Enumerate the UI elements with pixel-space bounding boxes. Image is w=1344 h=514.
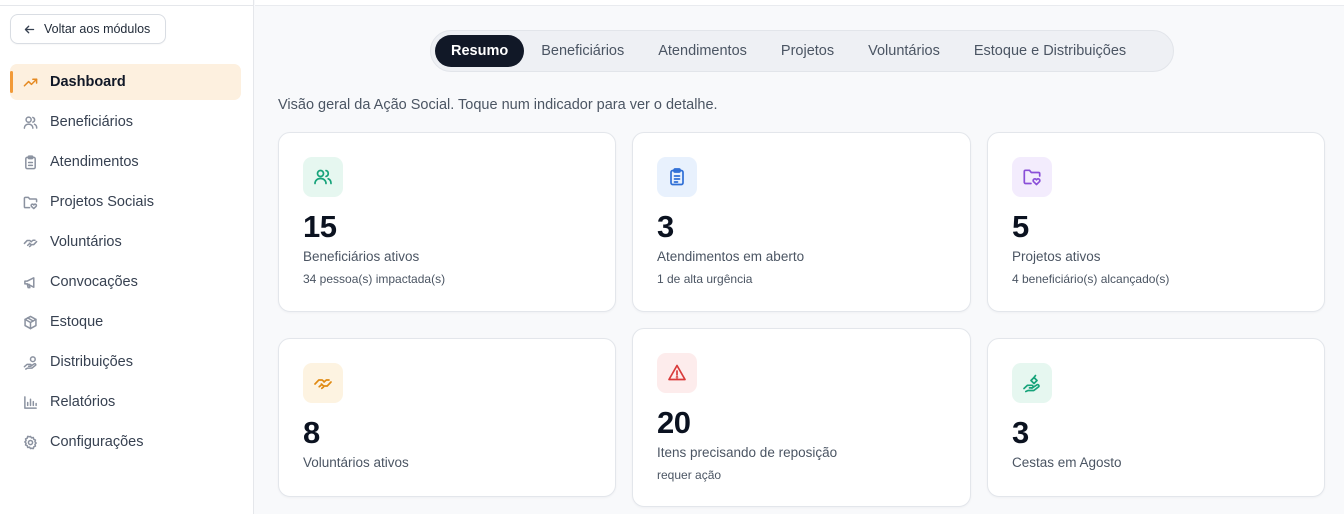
sidebar-item-projetos-sociais[interactable]: Projetos Sociais: [10, 184, 241, 220]
tab-bar: Resumo Beneficiários Atendimentos Projet…: [430, 30, 1174, 72]
sidebar-item-label: Relatórios: [50, 394, 116, 410]
kpi-label: Projetos ativos: [1012, 249, 1101, 264]
arrow-left-icon: [24, 25, 35, 33]
tab-beneficiarios[interactable]: Beneficiários: [524, 35, 641, 67]
sidebar-item-label: Beneficiários: [50, 114, 134, 130]
kpi-value: 15: [303, 209, 337, 244]
sidebar-item-voluntarios[interactable]: Voluntários: [10, 224, 241, 260]
bar-chart-icon: [22, 394, 38, 410]
kpi-card-estoque-reposicao[interactable]: 20 Itens precisando de reposição requer …: [632, 328, 971, 507]
sidebar-item-label: Voluntários: [50, 234, 122, 250]
trending-up-icon: [22, 74, 38, 90]
users-icon: [22, 114, 38, 130]
tab-estoque-distribuicoes[interactable]: Estoque e Distribuições: [957, 35, 1143, 67]
kpi-card-atendimentos[interactable]: 3 Atendimentos em aberto 1 de alta urgên…: [632, 132, 971, 312]
sidebar-item-label: Projetos Sociais: [50, 194, 154, 210]
kpi-card-beneficiarios[interactable]: 15 Beneficiários ativos 34 pessoa(s) imp…: [278, 132, 616, 312]
kpi-value: 5: [1012, 209, 1029, 244]
kpi-label: Voluntários ativos: [303, 455, 409, 470]
sidebar-item-label: Atendimentos: [50, 154, 139, 170]
sidebar-item-relatorios[interactable]: Relatórios: [10, 384, 241, 420]
megaphone-icon: [22, 274, 38, 290]
sidebar-item-atendimentos[interactable]: Atendimentos: [10, 144, 241, 180]
gear-icon: [22, 434, 38, 450]
sidebar-item-label: Estoque: [50, 314, 104, 330]
sidebar-item-label: Configurações: [50, 434, 144, 450]
kpi-subtext: 4 beneficiário(s) alcançado(s): [1012, 272, 1170, 286]
kpi-label: Itens precisando de reposição: [657, 445, 838, 460]
tab-projetos[interactable]: Projetos: [764, 35, 851, 67]
alert-triangle-icon: [657, 353, 697, 393]
sidebar-item-dashboard[interactable]: Dashboard: [10, 64, 241, 100]
kpi-value: 3: [657, 209, 674, 244]
kpi-card-cestas[interactable]: 3 Cestas em Agosto: [987, 338, 1325, 497]
tab-resumo[interactable]: Resumo: [435, 35, 525, 67]
tab-atendimentos[interactable]: Atendimentos: [641, 35, 764, 67]
sidebar-item-label: Distribuições: [50, 354, 133, 370]
folder-heart-icon: [1012, 157, 1052, 197]
handshake-icon: [22, 234, 38, 250]
sidebar-item-distribuicoes[interactable]: Distribuições: [10, 344, 241, 380]
kpi-value: 8: [303, 415, 320, 450]
kpi-subtext: requer ação: [657, 468, 722, 482]
back-button-label: Voltar aos módulos: [44, 22, 151, 36]
kpi-label: Atendimentos em aberto: [657, 249, 805, 264]
sidebar-item-convocacoes[interactable]: Convocações: [10, 264, 241, 300]
folder-heart-icon: [22, 194, 38, 210]
hand-coins-icon: [1012, 363, 1052, 403]
header-strip: [255, 0, 1344, 6]
handshake-icon: [303, 363, 343, 403]
back-to-modules-button[interactable]: Voltar aos módulos: [10, 14, 166, 44]
sidebar: Voltar aos módulos Dashboard Beneficiári…: [0, 0, 254, 514]
sidebar-nav: Dashboard Beneficiários Atendimentos Pro…: [10, 64, 241, 464]
kpi-label: Cestas em Agosto: [1012, 455, 1122, 470]
sidebar-top-divider: [0, 0, 254, 6]
clipboard-icon: [22, 154, 38, 170]
kpi-subtext: 1 de alta urgência: [657, 272, 753, 286]
sidebar-item-label: Convocações: [50, 274, 138, 290]
kpi-card-projetos[interactable]: 5 Projetos ativos 4 beneficiário(s) alca…: [987, 132, 1325, 312]
hand-coins-icon: [22, 354, 38, 370]
sidebar-item-label: Dashboard: [50, 74, 126, 90]
sidebar-item-beneficiarios[interactable]: Beneficiários: [10, 104, 241, 140]
kpi-value: 20: [657, 405, 691, 440]
intro-text: Visão geral da Ação Social. Toque num in…: [278, 97, 718, 113]
package-icon: [22, 314, 38, 330]
kpi-value: 3: [1012, 415, 1029, 450]
sidebar-item-estoque[interactable]: Estoque: [10, 304, 241, 340]
clipboard-list-icon: [657, 157, 697, 197]
kpi-card-voluntarios[interactable]: 8 Voluntários ativos: [278, 338, 616, 497]
tab-voluntarios[interactable]: Voluntários: [851, 35, 957, 67]
sidebar-item-configuracoes[interactable]: Configurações: [10, 424, 241, 460]
kpi-subtext: 34 pessoa(s) impactada(s): [303, 272, 446, 286]
users-icon: [303, 157, 343, 197]
kpi-label: Beneficiários ativos: [303, 249, 420, 264]
